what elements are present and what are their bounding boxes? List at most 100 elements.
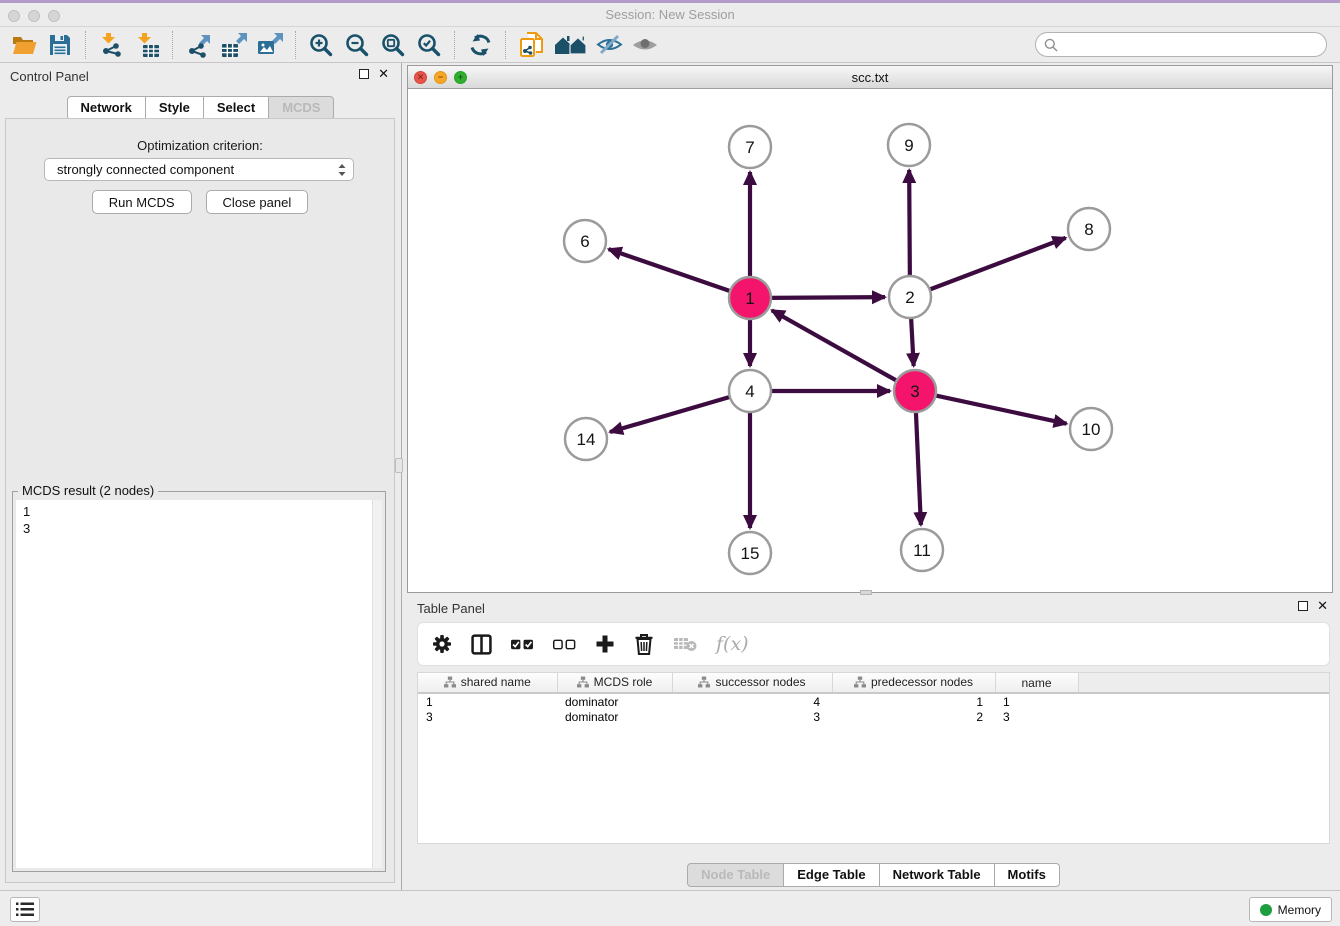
mcds-result-area[interactable]: 1 3 xyxy=(16,500,382,868)
close-panel-icon[interactable]: ✕ xyxy=(378,69,389,79)
table-cell[interactable]: 3 xyxy=(995,709,1078,725)
panel-split-handle[interactable] xyxy=(395,458,403,473)
graph-edge-2-9[interactable] xyxy=(909,170,910,278)
graph-edge-2-3[interactable] xyxy=(911,316,914,366)
table-cell-filler xyxy=(1078,709,1329,725)
table-cell[interactable]: 2 xyxy=(832,709,995,725)
table-cell-filler xyxy=(1078,693,1329,709)
column-header-shared-name[interactable]: shared name xyxy=(418,673,557,693)
show-all-button[interactable] xyxy=(627,29,663,61)
search-box[interactable] xyxy=(1035,32,1327,57)
graph-edge-2-8[interactable] xyxy=(928,238,1066,290)
table-panel-header: Table Panel ✕ xyxy=(407,595,1340,622)
graph-edge-3-10[interactable] xyxy=(934,395,1067,424)
column-header-mcds-role[interactable]: MCDS role xyxy=(557,673,672,693)
node-table: shared name MCDS role successor nodes pr… xyxy=(417,672,1330,844)
graph-edge-3-1[interactable] xyxy=(772,310,899,381)
network-window-titlebar[interactable]: ✕ − + scc.txt xyxy=(408,66,1332,89)
table-row[interactable]: 3dominator323 xyxy=(418,709,1329,725)
clone-network-button[interactable] xyxy=(513,29,549,61)
zoom-fit-button[interactable] xyxy=(375,29,411,61)
add-column-button[interactable] xyxy=(595,634,615,654)
close-table-panel-icon[interactable]: ✕ xyxy=(1317,601,1328,611)
export-network-button[interactable] xyxy=(180,29,216,61)
tab-network-table[interactable]: Network Table xyxy=(880,863,995,887)
delete-column-button[interactable] xyxy=(634,633,654,655)
graph-edge-4-14[interactable] xyxy=(610,396,732,432)
first-neighbors-button[interactable] xyxy=(549,29,591,61)
zoom-selected-button[interactable] xyxy=(411,29,447,61)
deselect-all-button[interactable] xyxy=(553,639,576,650)
import-table-icon xyxy=(134,32,160,58)
network-canvas[interactable]: 7968124314101511 xyxy=(408,89,1332,592)
tab-style[interactable]: Style xyxy=(146,96,204,120)
table-cell[interactable]: 1 xyxy=(995,693,1078,709)
memory-button[interactable]: Memory xyxy=(1249,897,1332,922)
mcds-result-legend: MCDS result (2 nodes) xyxy=(18,483,158,498)
export-table-button[interactable] xyxy=(216,29,252,61)
graph-node-label-6: 6 xyxy=(580,232,589,251)
float-table-panel-icon[interactable] xyxy=(1298,601,1308,611)
table-cell[interactable]: 1 xyxy=(418,693,557,709)
close-panel-button[interactable]: Close panel xyxy=(206,190,309,214)
save-session-button[interactable] xyxy=(42,29,78,61)
table-cell[interactable]: 3 xyxy=(672,709,832,725)
graph-edge-3-11[interactable] xyxy=(916,410,921,525)
column-header-predecessor-nodes[interactable]: predecessor nodes xyxy=(832,673,995,693)
export-image-button[interactable] xyxy=(252,29,288,61)
float-panel-icon[interactable] xyxy=(359,69,369,79)
graph-edge-1-6[interactable] xyxy=(609,249,732,292)
hide-selected-button[interactable] xyxy=(591,29,627,61)
split-columns-icon xyxy=(471,634,492,655)
search-icon xyxy=(1044,38,1058,52)
task-history-button[interactable] xyxy=(10,897,40,922)
table-tabs: Node Table Edge Table Network Table Moti… xyxy=(407,863,1340,887)
save-floppy-icon xyxy=(49,34,71,56)
tab-edge-table[interactable]: Edge Table xyxy=(784,863,879,887)
import-network-button[interactable] xyxy=(93,29,129,61)
search-input[interactable] xyxy=(1062,37,1326,52)
column-header-name[interactable]: name xyxy=(995,673,1078,693)
control-panel: Control Panel ✕ Network Style Select MCD… xyxy=(0,63,401,890)
import-network-icon xyxy=(98,32,124,58)
graph-node-label-11: 11 xyxy=(913,541,931,560)
table-row[interactable]: 1dominator411 xyxy=(418,693,1329,709)
criterion-dropdown[interactable]: strongly connected component xyxy=(44,158,354,181)
zoom-fit-icon xyxy=(381,33,405,57)
run-mcds-button[interactable]: Run MCDS xyxy=(92,190,192,214)
network-graph[interactable]: 7968124314101511 xyxy=(408,89,1332,593)
table-cell[interactable]: 3 xyxy=(418,709,557,725)
graph-node-label-4: 4 xyxy=(745,382,754,401)
open-session-button[interactable] xyxy=(6,29,42,61)
select-all-button[interactable] xyxy=(511,639,534,650)
dropdown-stepper-icon xyxy=(337,162,347,178)
table-cell[interactable]: dominator xyxy=(557,709,672,725)
network-window-title: scc.txt xyxy=(408,70,1332,85)
import-table-button[interactable] xyxy=(129,29,165,61)
tab-select[interactable]: Select xyxy=(204,96,269,120)
trash-icon xyxy=(634,633,654,655)
tab-network[interactable]: Network xyxy=(67,96,146,120)
table-cell[interactable]: 4 xyxy=(672,693,832,709)
toolbar-separator xyxy=(505,31,506,59)
panel-split-divider[interactable] xyxy=(401,63,402,890)
tab-motifs[interactable]: Motifs xyxy=(995,863,1060,887)
result-scrollbar[interactable] xyxy=(372,500,382,868)
refresh-view-button[interactable] xyxy=(462,29,498,61)
control-panel-header: Control Panel ✕ xyxy=(0,63,401,90)
table-cell[interactable]: dominator xyxy=(557,693,672,709)
graph-edge-1-2[interactable] xyxy=(769,297,885,298)
table-cell[interactable]: 1 xyxy=(832,693,995,709)
plus-icon xyxy=(595,634,615,654)
export-image-icon xyxy=(257,32,284,58)
show-columns-button[interactable] xyxy=(471,634,492,655)
tab-mcds[interactable]: MCDS xyxy=(269,96,334,120)
zoom-out-button[interactable] xyxy=(339,29,375,61)
column-header-successor-nodes[interactable]: successor nodes xyxy=(672,673,832,693)
zoom-in-button[interactable] xyxy=(303,29,339,61)
criterion-dropdown-value: strongly connected component xyxy=(57,162,337,177)
list-icon xyxy=(16,902,34,917)
app-titlebar: Session: New Session xyxy=(0,3,1340,27)
tab-node-table[interactable]: Node Table xyxy=(687,863,784,887)
table-settings-button[interactable] xyxy=(432,634,452,654)
